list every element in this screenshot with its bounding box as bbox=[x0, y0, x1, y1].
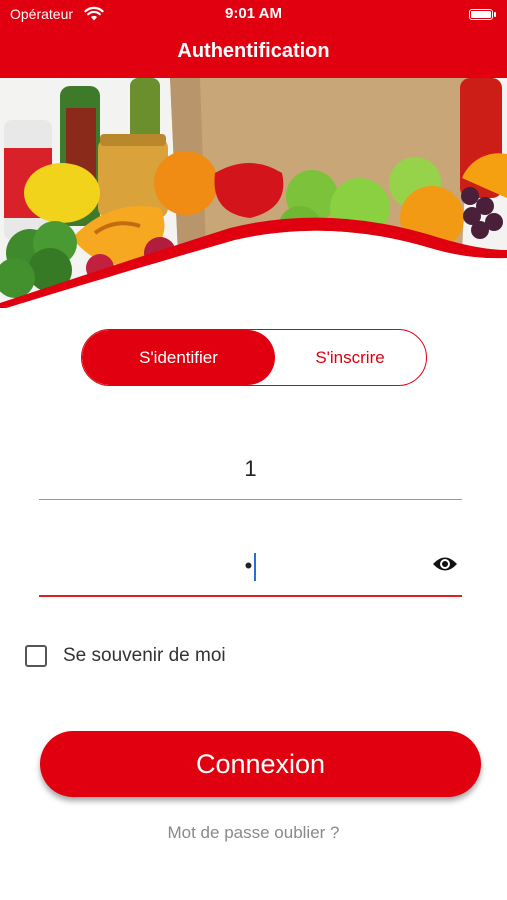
hero-grocery-image bbox=[0, 78, 507, 308]
auth-mode-toggle: S'identifier S'inscrire bbox=[81, 329, 427, 386]
status-bar: Opérateur 9:01 AM bbox=[0, 0, 507, 30]
password-value: • bbox=[244, 553, 253, 578]
app-header: Opérateur 9:01 AM Authentification bbox=[0, 0, 507, 78]
remember-me[interactable]: Se souvenir de moi bbox=[25, 645, 226, 667]
status-time: 9:01 AM bbox=[225, 5, 282, 22]
username-field[interactable]: 1 bbox=[39, 440, 462, 500]
password-field[interactable]: • bbox=[39, 535, 462, 597]
tab-login[interactable]: S'identifier bbox=[82, 330, 275, 385]
battery-icon bbox=[469, 9, 496, 20]
remember-checkbox[interactable] bbox=[25, 645, 47, 667]
tab-signup[interactable]: S'inscrire bbox=[275, 330, 425, 385]
password-value-wrap: • bbox=[39, 553, 462, 582]
username-value: 1 bbox=[244, 456, 257, 481]
forgot-password-link[interactable]: Mot de passe oublier ? bbox=[0, 823, 507, 843]
page-title: Authentification bbox=[177, 40, 330, 62]
eye-icon[interactable] bbox=[432, 555, 458, 573]
remember-label: Se souvenir de moi bbox=[63, 645, 226, 666]
text-caret bbox=[254, 553, 257, 582]
connect-button[interactable]: Connexion bbox=[40, 731, 481, 797]
